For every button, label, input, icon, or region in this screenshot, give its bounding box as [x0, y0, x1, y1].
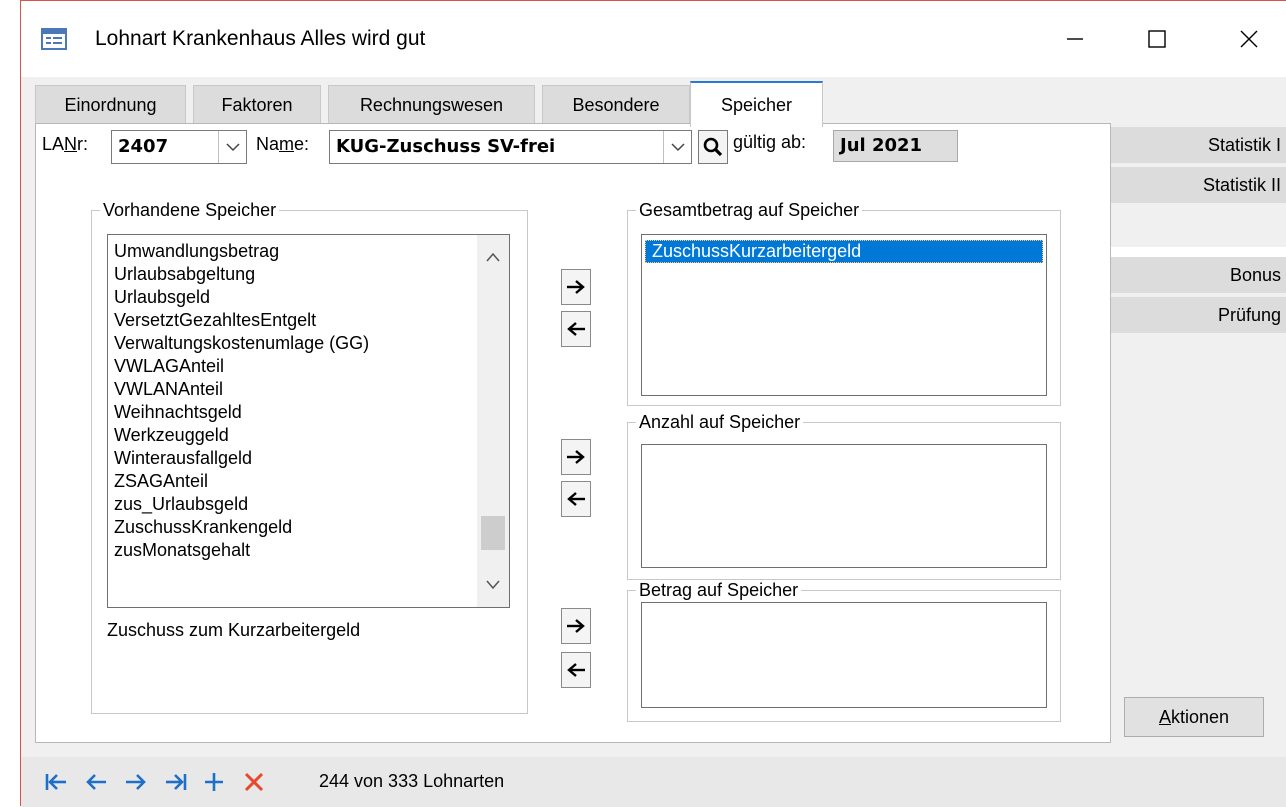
tab-besondere[interactable]: Besondere — [542, 85, 690, 125]
chevron-down-icon — [670, 143, 685, 152]
chevron-down-icon — [225, 143, 240, 152]
new-record-button[interactable] — [199, 769, 229, 795]
arrow-right-icon — [567, 280, 585, 294]
valid-from-field: Jul 2021 — [833, 130, 958, 162]
previous-record-button[interactable] — [81, 769, 111, 795]
scroll-up-icon[interactable] — [485, 251, 501, 263]
name-label: Name: — [256, 134, 310, 154]
list-item[interactable]: Urlaubsabgeltung — [108, 263, 478, 286]
betrag-legend: Betrag auf Speicher — [639, 580, 799, 600]
actions-button[interactable]: Aktionen — [1124, 697, 1264, 737]
gesamt-legend: Gesamtbetrag auf Speicher — [639, 200, 860, 220]
sidetab-pruefung[interactable]: Prüfung — [1111, 297, 1286, 333]
list-item[interactable]: VersetztGezahltesEntgelt — [108, 309, 478, 332]
close-button[interactable] — [1227, 19, 1271, 59]
gesamt-listbox[interactable]: ZuschussKurzarbeitergeld — [641, 234, 1047, 396]
scroll-thumb[interactable] — [481, 515, 505, 550]
arrow-left-icon — [567, 322, 585, 336]
list-item[interactable]: VWLAGAnteil — [108, 355, 478, 378]
next-record-button[interactable] — [121, 769, 151, 795]
list-item[interactable]: zus_Urlaubsgeld — [108, 493, 478, 516]
remove-gesamt-button[interactable] — [561, 311, 591, 347]
anzahl-listbox[interactable] — [641, 444, 1047, 568]
list-item[interactable]: ZuschussKrankengeld — [108, 516, 478, 539]
add-anzahl-button[interactable] — [561, 439, 591, 475]
available-legend: Vorhandene Speicher — [103, 200, 277, 220]
arrow-right-icon — [567, 619, 585, 633]
delete-record-button[interactable] — [239, 769, 269, 795]
tab-rechnungswesen[interactable]: Rechnungswesen — [328, 85, 535, 125]
list-item[interactable]: Winterausfallgeld — [108, 447, 478, 470]
list-item[interactable]: Urlaubsgeld — [108, 286, 478, 309]
maximize-icon — [1148, 30, 1166, 48]
arrow-left-icon — [567, 663, 585, 677]
tab-speicher[interactable]: Speicher — [690, 81, 823, 127]
valid-from-label: gültig ab: — [733, 132, 807, 152]
lanr-value: 2407 — [118, 136, 169, 157]
close-icon — [1240, 30, 1258, 48]
arrow-right-icon — [567, 450, 585, 464]
minimize-icon — [1067, 38, 1083, 40]
last-record-button[interactable] — [161, 769, 191, 795]
search-button[interactable] — [698, 130, 728, 164]
arrow-right-icon — [126, 774, 146, 790]
title-bar: Lohnart Krankenhaus Alles wird gut — [21, 1, 1286, 77]
remove-betrag-button[interactable] — [561, 652, 591, 688]
storage-description: Zuschuss zum Kurzarbeitergeld — [107, 620, 361, 640]
sidetab-statistik-2[interactable]: Statistik II — [1111, 167, 1286, 203]
record-navigator: 244 von 333 Lohnarten — [21, 757, 1286, 807]
sidetab-statistik-1[interactable]: Statistik I — [1111, 127, 1286, 163]
first-record-icon — [45, 774, 66, 790]
minimize-button[interactable] — [1053, 19, 1097, 59]
list-item[interactable]: Verwaltungskostenumlage (GG) — [108, 332, 478, 355]
list-item[interactable]: zusMonatsgehalt — [108, 539, 478, 562]
add-betrag-button[interactable] — [561, 608, 591, 644]
available-scrollbar[interactable] — [477, 235, 509, 607]
remove-anzahl-button[interactable] — [561, 481, 591, 517]
form-icon — [41, 27, 67, 51]
plus-icon — [205, 773, 223, 791]
sidetab-bonus[interactable]: Bonus — [1111, 257, 1286, 293]
anzahl-legend: Anzahl auf Speicher — [639, 412, 801, 432]
arrow-left-icon — [567, 492, 585, 506]
first-record-button[interactable] — [41, 769, 71, 795]
name-dropdown-button[interactable] — [663, 131, 691, 163]
search-icon — [703, 137, 723, 157]
maximize-button[interactable] — [1135, 19, 1179, 59]
name-combo[interactable]: KUG-Zuschuss SV-frei — [329, 130, 692, 164]
main-window: Lohnart Krankenhaus Alles wird gut Einor… — [20, 0, 1286, 807]
available-listbox[interactable]: Umwandlungsbetrag Urlaubsabgeltung Urlaubs… — [107, 234, 510, 608]
list-item[interactable]: ZuschussKurzarbeitergeld — [645, 240, 1043, 263]
tab-page-speicher: LANr: 2407 Name: KUG-Zuschuss SV-frei gü… — [35, 123, 1111, 743]
list-item[interactable]: Werkzeuggeld — [108, 424, 478, 447]
arrow-left-icon — [86, 774, 106, 790]
window-title: Lohnart Krankenhaus Alles wird gut — [95, 27, 426, 50]
record-status: 244 von 333 Lohnarten — [319, 771, 505, 791]
list-item[interactable]: VWLANAnteil — [108, 378, 478, 401]
list-item[interactable]: Weihnachtsgeld — [108, 401, 478, 424]
scroll-down-icon[interactable] — [485, 579, 501, 591]
tab-faktoren[interactable]: Faktoren — [193, 85, 321, 125]
betrag-listbox[interactable] — [641, 602, 1047, 708]
add-gesamt-button[interactable] — [561, 269, 591, 305]
list-item[interactable]: Umwandlungsbetrag — [108, 240, 478, 263]
name-value: KUG-Zuschuss SV-frei — [336, 136, 556, 157]
lanr-dropdown-button[interactable] — [218, 131, 246, 163]
lanr-combo[interactable]: 2407 — [111, 130, 247, 164]
last-record-icon — [166, 774, 187, 790]
list-item[interactable]: ZSAGAnteil — [108, 470, 478, 493]
form-body: Einordnung Faktoren Rechnungswesen Beson… — [21, 77, 1286, 807]
delete-icon — [244, 772, 264, 792]
tab-einordnung[interactable]: Einordnung — [35, 85, 186, 125]
lanr-label: LANr: — [42, 134, 89, 154]
